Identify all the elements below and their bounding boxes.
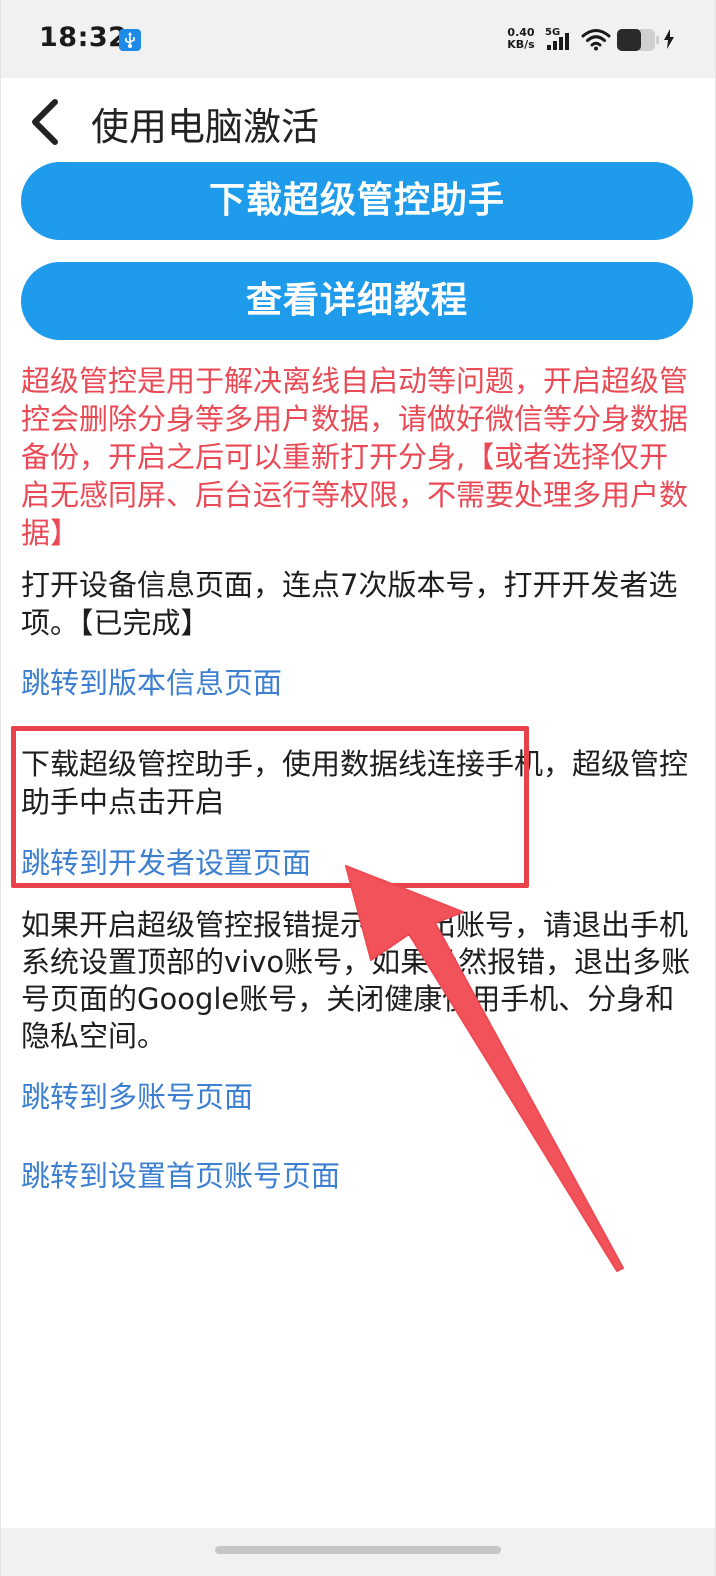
battery-icon <box>616 28 660 56</box>
charging-icon <box>663 29 675 53</box>
network-speed: 0.40 KB/s <box>504 27 538 51</box>
wifi-icon <box>581 27 611 55</box>
network-speed-unit: KB/s <box>507 38 535 51</box>
settings-account-link[interactable]: 跳转到设置首页账号页面 <box>21 1153 340 1195</box>
signal-icon: 5G <box>545 26 575 56</box>
status-time: 18:32 <box>39 22 128 53</box>
status-bar: 18:32 0.40 KB/s 5G <box>1 0 715 78</box>
download-helper-button[interactable]: 下载超级管控助手 <box>21 162 693 240</box>
back-chevron-icon[interactable] <box>25 96 65 152</box>
usb-debug-icon <box>119 29 141 51</box>
step-3-text: 如果开启超级管控报错提示请退出账号，请退出手机系统设置顶部的vivo账号，如果仍… <box>21 908 691 1053</box>
home-indicator[interactable] <box>215 1546 501 1554</box>
developer-settings-link[interactable]: 跳转到开发者设置页面 <box>21 840 311 882</box>
page-title: 使用电脑激活 <box>91 105 320 149</box>
phone-screen: 18:32 0.40 KB/s 5G 使用电脑激活 下载超级管控助手 查看详细教… <box>0 0 716 1576</box>
multi-account-link[interactable]: 跳转到多账号页面 <box>21 1074 253 1116</box>
network-type-label: 5G <box>545 27 560 38</box>
step-1-text: 打开设备信息页面，连点7次版本号，打开开发者选项。【已完成】 <box>21 568 678 640</box>
view-tutorial-button[interactable]: 查看详细教程 <box>21 262 693 340</box>
navigation-bar <box>1 1528 715 1576</box>
version-info-link[interactable]: 跳转到版本信息页面 <box>21 660 282 702</box>
step-2-text: 下载超级管控助手，使用数据线连接手机，超级管控助手中点击开启 <box>21 747 689 819</box>
warning-message: 超级管控是用于解决离线自启动等问题，开启超级管控会删除分身等多用户数据，请做好微… <box>21 364 689 550</box>
